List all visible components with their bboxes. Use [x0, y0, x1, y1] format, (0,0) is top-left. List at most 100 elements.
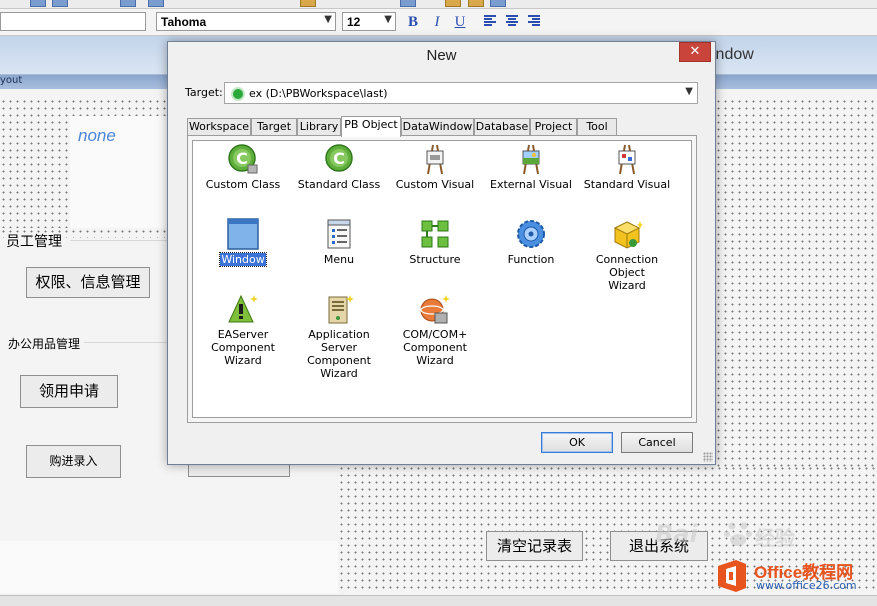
italic-button[interactable]: I	[428, 13, 446, 31]
list-item-standard-class[interactable]: C Standard Class	[291, 143, 387, 191]
item-label: Menu	[323, 253, 355, 266]
item-label: Standard Visual	[583, 178, 671, 191]
baidu-watermark-suffix: 经验	[755, 526, 795, 550]
list-item-structure[interactable]: Structure	[387, 218, 483, 266]
design-area	[0, 541, 338, 593]
font-size-combo[interactable]: 12 ▼	[342, 12, 396, 31]
target-icon	[231, 87, 245, 101]
design-grid	[715, 98, 877, 468]
align-center-icon[interactable]	[506, 15, 518, 27]
chevron-down-icon: ▼	[324, 14, 332, 25]
chevron-down-icon: ▼	[384, 14, 392, 25]
new-dialog: New ✕ Target: ex (D:\PBWorkspace\last) ▼…	[167, 41, 716, 465]
list-item-standard-visual[interactable]: Standard Visual	[579, 143, 675, 191]
font-size-value: 12	[347, 15, 361, 29]
group-staff-label: 员工管理	[6, 234, 62, 250]
standard-toolbar	[0, 0, 877, 9]
apply-button[interactable]: 领用申请	[20, 375, 118, 408]
close-icon[interactable]: ✕	[679, 42, 711, 62]
item-label-line2: Component Wizard	[307, 354, 371, 380]
item-label: Structure	[409, 253, 461, 266]
connection-wizard-icon	[611, 218, 643, 250]
groupbox-border	[70, 240, 167, 241]
item-label-line2: Wizard	[608, 279, 646, 292]
underline-button[interactable]: U	[451, 13, 469, 31]
cancel-button[interactable]: Cancel	[621, 432, 693, 453]
style-combo[interactable]	[0, 12, 146, 31]
external-visual-icon	[515, 143, 547, 175]
tab-pb-object[interactable]: PB Object	[341, 116, 401, 137]
tab-project[interactable]: Project	[530, 118, 577, 136]
custom-class-icon: C	[227, 143, 259, 175]
item-label: Standard Class	[297, 178, 381, 191]
layout-view-title: yout	[0, 75, 23, 86]
baidu-watermark: Bai 经验	[655, 516, 825, 556]
tab-panel: C Custom Class C Standard Class Custom V…	[187, 135, 697, 423]
baidu-paw-icon	[724, 522, 752, 546]
list-item-external-visual[interactable]: External Visual	[483, 143, 579, 191]
list-item-function[interactable]: Function	[483, 218, 579, 266]
window-icon	[227, 218, 259, 250]
easerver-wizard-icon	[227, 293, 259, 325]
toolbar-icon[interactable]	[445, 0, 461, 7]
toolbar-icon[interactable]	[148, 0, 164, 7]
align-left-icon[interactable]	[484, 15, 496, 27]
list-item-custom-class[interactable]: C Custom Class	[195, 143, 291, 191]
bold-button[interactable]: B	[404, 13, 422, 31]
tab-target[interactable]: Target	[251, 118, 297, 136]
tab-tool[interactable]: Tool	[577, 118, 617, 136]
font-name-value: Tahoma	[161, 15, 207, 29]
tab-workspace[interactable]: Workspace	[187, 118, 251, 136]
list-item-menu[interactable]: Menu	[291, 218, 387, 266]
item-label: EAServer Component Wizard	[211, 328, 275, 367]
tab-datawindow[interactable]: DataWindow	[401, 118, 474, 136]
item-label: External Visual	[490, 178, 572, 191]
toolbar-icon[interactable]	[30, 0, 46, 7]
toolbar-icon[interactable]	[400, 0, 416, 7]
list-item-app-server-wizard[interactable]: Application Server Component Wizard	[291, 293, 387, 380]
app-server-wizard-icon	[323, 293, 355, 325]
custom-visual-icon	[419, 143, 451, 175]
list-item-custom-visual[interactable]: Custom Visual	[387, 143, 483, 191]
permissions-button[interactable]: 权限、信息管理	[26, 267, 150, 298]
item-label-line2: Component Wizard	[211, 341, 275, 367]
target-label: Target:	[185, 86, 223, 99]
ok-button[interactable]: OK	[541, 432, 613, 453]
none-text-control[interactable]: none	[78, 126, 116, 146]
purchase-button[interactable]: 购进录入	[26, 445, 121, 478]
menu-icon	[323, 218, 355, 250]
design-grid	[70, 98, 170, 116]
toolbar-icon[interactable]	[52, 0, 68, 7]
svg-text:C: C	[236, 149, 248, 168]
list-item-connection-wizard[interactable]: Connection Object Wizard	[579, 218, 675, 292]
office-logo-icon	[718, 560, 746, 592]
clear-records-button[interactable]: 清空记录表	[486, 531, 583, 561]
list-item-window[interactable]: Window	[195, 218, 291, 267]
office-url-text: www.office26.com	[756, 579, 857, 592]
item-label-line1: Connection Object	[595, 253, 659, 279]
dialog-titlebar[interactable]: New ✕	[168, 42, 715, 72]
item-label-line1: EAServer	[217, 328, 269, 341]
structure-icon	[419, 218, 451, 250]
standard-class-icon: C	[323, 143, 355, 175]
align-right-icon[interactable]	[528, 15, 540, 27]
target-combo[interactable]: ex (D:\PBWorkspace\last) ▼	[224, 82, 698, 104]
list-item-easerver-wizard[interactable]: EAServer Component Wizard	[195, 293, 291, 367]
format-toolbar: Tahoma ▼ 12 ▼ B I U	[0, 9, 877, 36]
toolbar-icon[interactable]	[490, 0, 506, 7]
font-name-combo[interactable]: Tahoma ▼	[156, 12, 336, 31]
tab-library[interactable]: Library	[297, 118, 341, 136]
toolbar-icon[interactable]	[468, 0, 484, 7]
toolbar-icon[interactable]	[120, 0, 136, 7]
resize-grip[interactable]	[703, 452, 713, 462]
tab-database[interactable]: Database	[474, 118, 530, 136]
toolbar-icon[interactable]	[300, 0, 316, 7]
target-value: ex (D:\PBWorkspace\last)	[249, 87, 388, 100]
item-label: Function	[507, 253, 555, 266]
standard-visual-icon	[611, 143, 643, 175]
group-office-label: 办公用品管理	[8, 337, 81, 351]
dialog-title: New	[426, 47, 457, 64]
window-painter-title: indow	[712, 46, 754, 63]
list-item-com-wizard[interactable]: COM/COM+ Component Wizard	[387, 293, 483, 367]
chevron-down-icon: ▼	[685, 86, 693, 97]
